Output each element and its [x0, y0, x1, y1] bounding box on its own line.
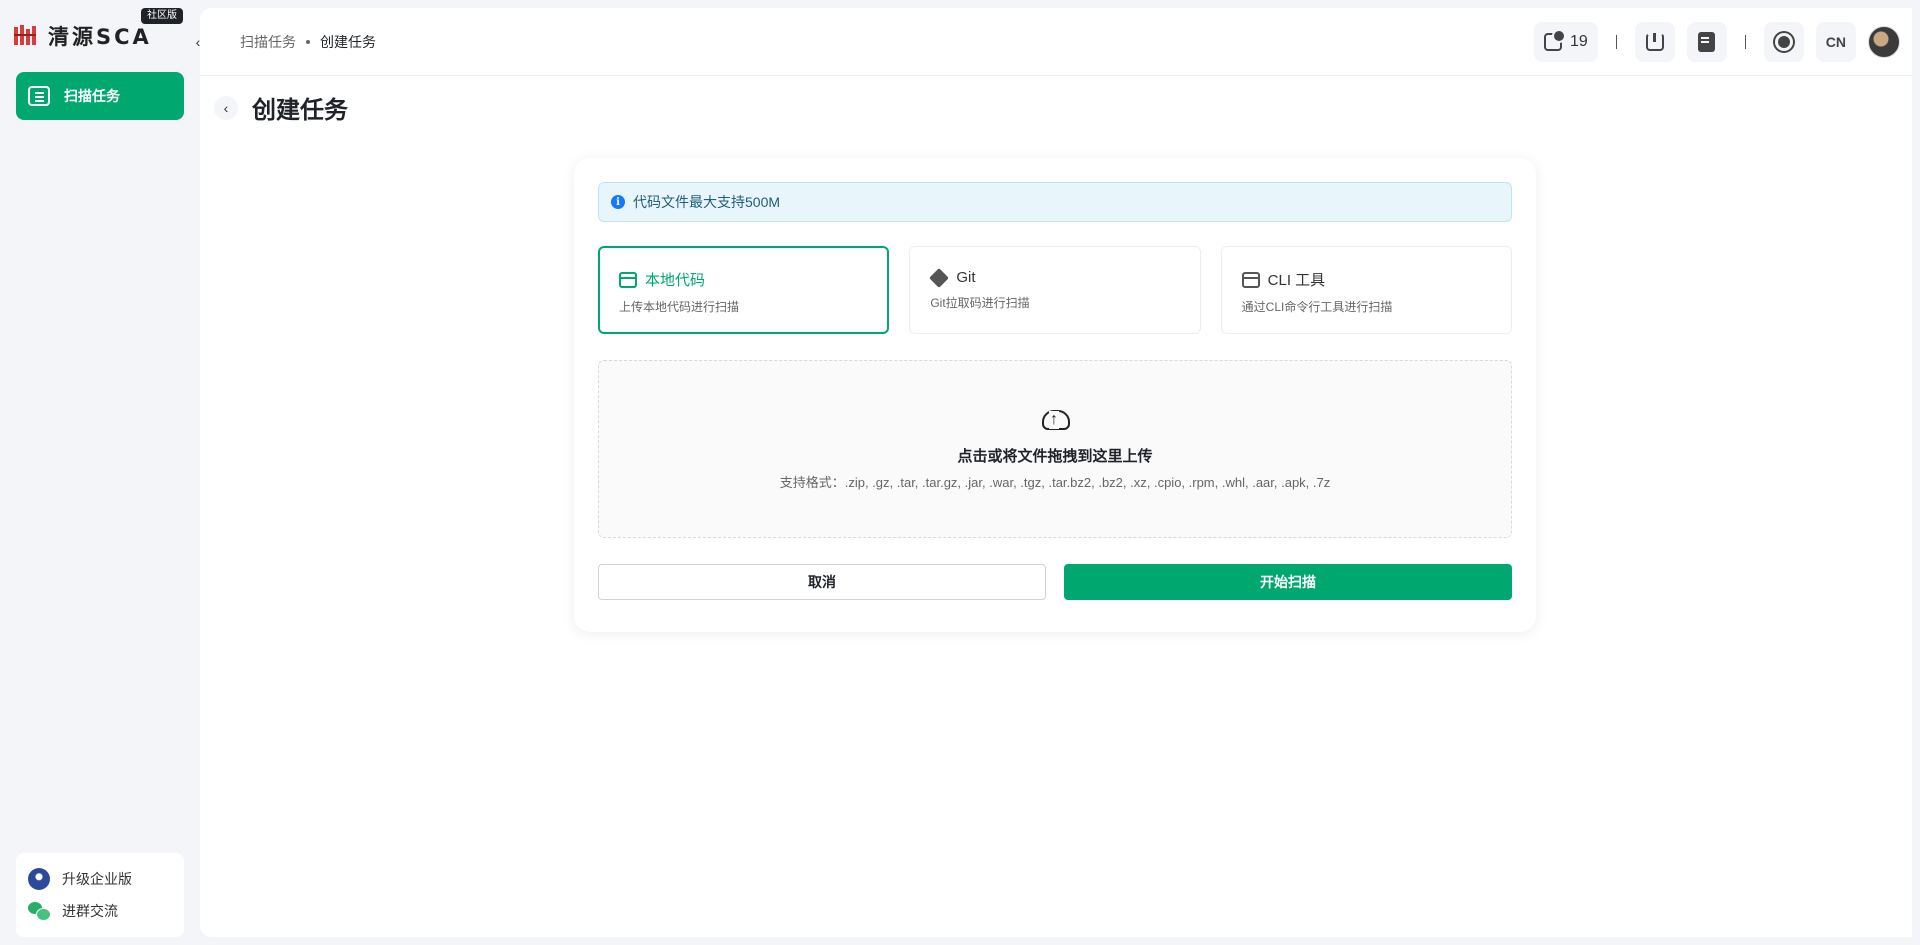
- option-git-desc: Git拉取码进行扫描: [930, 296, 1030, 310]
- option-cli-desc: 通过CLI命令行工具进行扫描: [1241, 300, 1393, 314]
- upgrade-enterprise-link[interactable]: 升级企业版: [28, 863, 172, 895]
- logo[interactable]: 清源SCA: [14, 22, 152, 50]
- divider: [1744, 35, 1746, 49]
- cancel-button[interactable]: 取消: [598, 564, 1046, 600]
- info-alert: i 代码文件最大支持500M: [598, 182, 1512, 222]
- wechat-icon: [28, 902, 51, 921]
- rocket-icon: [28, 868, 50, 890]
- cli-icon: [1241, 271, 1260, 288]
- sidebar: 清源SCA 社区版 ‹ 扫描任务 升级企业版 进群交流: [0, 0, 200, 945]
- cloud-upload-icon: [1041, 407, 1070, 431]
- breadcrumb-scan-tasks[interactable]: 扫描任务: [240, 32, 296, 52]
- upload-formats: 支持格式：.zip, .gz, .tar, .tar.gz, .jar, .wa…: [779, 475, 1331, 490]
- scan-source-options: 本地代码 上传本地代码进行扫描 Git Git拉取码进行扫描 CLI 工具 通过…: [598, 246, 1512, 334]
- task-queue-icon: [1543, 29, 1566, 51]
- back-button[interactable]: ‹: [214, 95, 238, 120]
- option-local-code-desc: 上传本地代码进行扫描: [619, 300, 740, 314]
- git-icon: [929, 267, 950, 288]
- collapse-sidebar-button[interactable]: ‹: [188, 32, 208, 52]
- option-cli[interactable]: CLI 工具 通过CLI命令行工具进行扫描: [1220, 246, 1512, 334]
- report-button[interactable]: [1686, 22, 1727, 62]
- sidebar-item-scan-tasks[interactable]: 扫描任务: [16, 72, 184, 120]
- alert-text: 代码文件最大支持500M: [633, 194, 781, 210]
- logo-text: 清源SCA: [48, 25, 152, 49]
- avatar[interactable]: [1868, 26, 1900, 58]
- edition-badge: 社区版: [141, 8, 183, 24]
- option-git-title: Git: [956, 269, 976, 286]
- language-label: CN: [1825, 34, 1846, 50]
- start-scan-button[interactable]: 开始扫描: [1064, 564, 1512, 600]
- task-count: 19: [1569, 33, 1588, 50]
- sidebar-bottom-panel: 升级企业版 进群交流: [16, 853, 184, 937]
- option-cli-title: CLI 工具: [1267, 272, 1326, 289]
- breadcrumb-separator: [306, 40, 310, 44]
- page-header: ‹ 创建任务: [214, 90, 348, 125]
- option-title: 本地代码: [619, 269, 868, 290]
- topbar-actions: 19 CN: [1533, 22, 1900, 62]
- theme-toggle-button[interactable]: [1763, 22, 1804, 62]
- sidebar-item-label: 扫描任务: [64, 88, 120, 104]
- divider: [1615, 35, 1617, 49]
- theme-sun-icon: [1777, 36, 1790, 48]
- option-git[interactable]: Git Git拉取码进行扫描: [909, 246, 1201, 334]
- page-title: 创建任务: [252, 97, 348, 124]
- option-title: CLI 工具: [1241, 269, 1491, 290]
- upload-title: 点击或将文件拖拽到这里上传: [957, 448, 1153, 465]
- join-group-link[interactable]: 进群交流: [28, 895, 172, 927]
- scan-task-icon: [28, 86, 50, 106]
- upload-dropzone[interactable]: 点击或将文件拖拽到这里上传 支持格式：.zip, .gz, .tar, .tar…: [598, 360, 1512, 538]
- option-local-code-title: 本地代码: [645, 272, 706, 289]
- task-queue-button[interactable]: 19: [1533, 22, 1598, 62]
- language-switch-button[interactable]: CN: [1815, 22, 1856, 62]
- chevron-left-icon: ‹: [223, 99, 229, 116]
- main-panel: 扫描任务 创建任务 19 CN ‹ 创建任务 i 代码文件最大支持500M 本地…: [200, 8, 1912, 937]
- chevron-left-icon: ‹: [195, 34, 201, 50]
- option-title: Git: [929, 267, 1179, 288]
- info-icon: i: [611, 195, 625, 209]
- local-code-icon: [619, 271, 637, 288]
- topbar: 扫描任务 创建任务 19 CN: [200, 8, 1912, 76]
- breadcrumb-current: 创建任务: [320, 34, 376, 50]
- download-icon: [1645, 33, 1664, 51]
- report-icon: [1698, 32, 1716, 52]
- breadcrumb: 扫描任务 创建任务: [240, 32, 376, 52]
- join-group-label: 进群交流: [62, 903, 118, 919]
- download-button[interactable]: [1634, 22, 1675, 62]
- create-task-card: i 代码文件最大支持500M 本地代码 上传本地代码进行扫描 Git Git拉取…: [574, 158, 1536, 632]
- upgrade-enterprise-label: 升级企业版: [62, 871, 132, 887]
- logo-mark-icon: [14, 25, 40, 47]
- option-local-code[interactable]: 本地代码 上传本地代码进行扫描: [598, 246, 890, 334]
